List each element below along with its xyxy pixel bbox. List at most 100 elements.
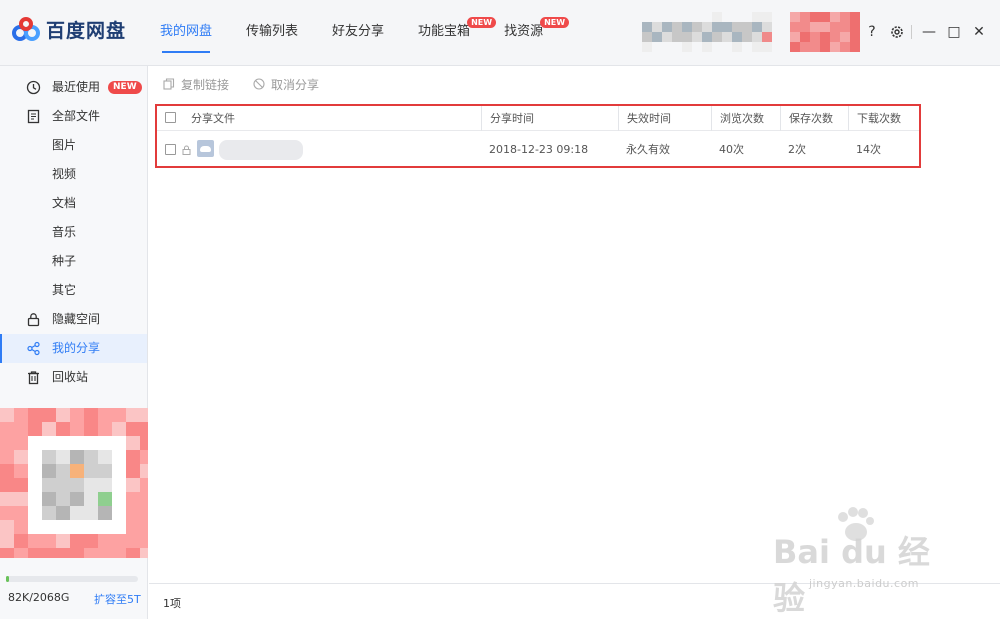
mosaic-cell	[642, 12, 652, 22]
mosaic-cell	[0, 520, 14, 534]
mosaic-cell	[840, 42, 850, 52]
gear-icon[interactable]	[886, 22, 908, 42]
mosaic-cell	[84, 408, 98, 422]
nav-label: 传输列表	[246, 24, 299, 39]
mosaic-cell	[112, 464, 126, 478]
mosaic-cell	[98, 520, 112, 534]
copy-link-button[interactable]: 复制链接	[163, 76, 229, 93]
mosaic-cell	[0, 548, 14, 558]
row-checkbox[interactable]	[165, 144, 176, 155]
mosaic-cell	[140, 506, 148, 520]
mosaic-cell	[28, 436, 42, 450]
mosaic-cell	[42, 450, 56, 464]
header-label: 保存次数	[789, 112, 833, 125]
expand-storage-link[interactable]: 扩容至5T	[94, 591, 141, 607]
mosaic-cell	[42, 520, 56, 534]
column-header-saves[interactable]: 保存次数	[780, 106, 848, 131]
mosaic-cell	[820, 22, 830, 32]
mosaic-cell	[56, 478, 70, 492]
mosaic-cell	[742, 42, 752, 52]
mosaic-cell	[98, 492, 112, 506]
sidebar-item-torrents[interactable]: 种子	[0, 247, 147, 276]
sidebar-item-hidden-space[interactable]: 隐藏空间	[0, 305, 147, 334]
document-icon	[27, 109, 40, 124]
nav-my-disk[interactable]: 我的网盘	[160, 0, 212, 66]
mosaic-cell	[732, 32, 742, 42]
mosaic-cell	[28, 506, 42, 520]
sidebar-item-recent[interactable]: 最近使用 NEW	[0, 73, 147, 102]
mosaic-cell	[140, 492, 148, 506]
sidebar-item-other[interactable]: 其它	[0, 276, 147, 305]
mosaic-cell	[702, 32, 712, 42]
mosaic-cell	[70, 534, 84, 548]
mosaic-cell	[14, 520, 28, 534]
sidebar-item-label: 最近使用	[52, 80, 101, 94]
column-header-file[interactable]: 分享文件	[157, 106, 481, 131]
mosaic-cell	[70, 422, 84, 436]
mosaic-cell	[810, 22, 820, 32]
mosaic-cell	[98, 478, 112, 492]
nav-friend-share[interactable]: 好友分享	[332, 0, 384, 66]
mosaic-cell	[762, 12, 772, 22]
sidebar-item-my-share[interactable]: 我的分享	[0, 334, 147, 363]
minimize-icon[interactable]: —	[918, 22, 940, 42]
mosaic-cell	[70, 520, 84, 534]
sidebar-item-label: 种子	[52, 254, 77, 268]
trash-icon	[28, 371, 39, 385]
sidebar-item-music[interactable]: 音乐	[0, 218, 147, 247]
mosaic-cell	[752, 42, 762, 52]
cancel-share-button[interactable]: 取消分享	[253, 76, 319, 93]
help-icon[interactable]: ?	[861, 22, 883, 42]
mosaic-cell	[70, 464, 84, 478]
column-header-expire-time[interactable]: 失效时间	[618, 106, 711, 131]
mosaic-cell	[42, 464, 56, 478]
mosaic-cell	[140, 548, 148, 558]
mosaic-cell	[732, 22, 742, 32]
mosaic-cell	[0, 534, 14, 548]
ad-banner-mosaic[interactable]	[0, 408, 148, 558]
mosaic-cell	[84, 548, 98, 558]
mosaic-cell	[14, 548, 28, 558]
nav-toolbox[interactable]: 功能宝箱 NEW	[418, 0, 497, 66]
mosaic-cell	[140, 422, 148, 436]
lock-icon	[27, 313, 40, 327]
mosaic-cell	[42, 422, 56, 436]
mosaic-cell	[722, 42, 732, 52]
mosaic-cell	[126, 436, 140, 450]
mosaic-cell	[840, 22, 850, 32]
mosaic-cell	[56, 464, 70, 478]
mosaic-cell	[70, 450, 84, 464]
main-nav: 我的网盘 传输列表 好友分享 功能宝箱 NEW 找资源 NEW	[160, 0, 577, 66]
mosaic-cell	[126, 548, 140, 558]
nav-find-resources[interactable]: 找资源 NEW	[504, 0, 570, 66]
file-name-blurred[interactable]	[219, 140, 303, 160]
watermark-url: jingyan.baidu.com	[809, 577, 920, 590]
mosaic-cell	[790, 22, 800, 32]
cell-views: 40次	[719, 143, 744, 156]
sidebar-item-recycle-bin[interactable]: 回收站	[0, 363, 147, 392]
sidebar-item-label: 其它	[52, 283, 77, 297]
mosaic-cell	[140, 520, 148, 534]
column-header-downloads[interactable]: 下载次数	[848, 106, 917, 131]
mosaic-cell	[42, 478, 56, 492]
table-row[interactable]: 2018-12-23 09:18 永久有效 40次 2次 14次	[157, 136, 919, 164]
mosaic-cell	[112, 548, 126, 558]
column-header-share-time[interactable]: 分享时间	[481, 106, 618, 131]
mosaic-cell	[84, 450, 98, 464]
mosaic-cell	[112, 408, 126, 422]
maximize-icon[interactable]: □	[943, 22, 965, 42]
sidebar-item-videos[interactable]: 视频	[0, 160, 147, 189]
mosaic-cell	[702, 12, 712, 22]
sidebar-item-documents[interactable]: 文档	[0, 189, 147, 218]
sidebar-item-all-files[interactable]: 全部文件	[0, 102, 147, 131]
mosaic-cell	[42, 534, 56, 548]
sidebar-item-images[interactable]: 图片	[0, 131, 147, 160]
mosaic-cell	[98, 408, 112, 422]
nav-transfer-list[interactable]: 传输列表	[246, 0, 298, 66]
close-icon[interactable]: ✕	[968, 22, 990, 42]
column-header-views[interactable]: 浏览次数	[711, 106, 780, 131]
mosaic-cell	[42, 436, 56, 450]
select-all-checkbox[interactable]	[165, 112, 176, 123]
mosaic-cell	[790, 42, 800, 52]
mosaic-cell	[56, 506, 70, 520]
